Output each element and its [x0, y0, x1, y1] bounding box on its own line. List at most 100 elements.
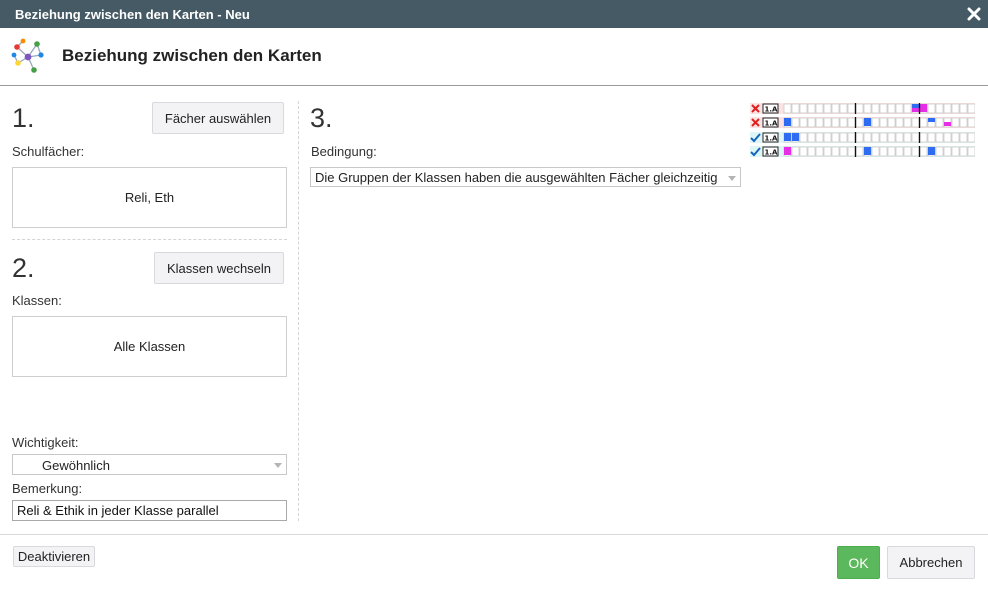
remark-label: Bemerkung: — [12, 481, 83, 496]
subjects-box[interactable]: Reli, Eth — [12, 167, 287, 228]
classes-box[interactable]: Alle Klassen — [12, 316, 287, 377]
preview-cell — [879, 103, 888, 114]
step-3-number: 3. — [310, 103, 333, 133]
preview-cell — [839, 146, 848, 157]
preview-cell — [807, 103, 816, 114]
preview-cell — [879, 132, 888, 143]
dialog-header: Beziehung zwischen den Karten — [0, 28, 988, 86]
preview-cell — [871, 103, 880, 114]
preview-cell — [903, 103, 912, 114]
preview-cell — [855, 132, 864, 143]
subjects-value: Reli, Eth — [124, 190, 175, 205]
preview-cell — [967, 132, 975, 143]
preview-cell — [887, 117, 896, 128]
preview-cell — [959, 132, 968, 143]
preview-cell — [783, 103, 792, 114]
preview-cell — [807, 146, 816, 157]
preview-cell — [903, 146, 912, 157]
preview-cell — [855, 103, 864, 114]
importance-value: Gewöhnlich — [42, 458, 110, 473]
preview-cell — [855, 146, 864, 157]
preview-cell — [895, 103, 904, 114]
preview-cell — [855, 117, 864, 128]
preview-cell — [887, 132, 896, 143]
preview-fill — [784, 147, 791, 155]
preview-fill — [928, 147, 935, 155]
chevron-down-icon — [728, 176, 736, 181]
importance-select[interactable]: Gewöhnlich — [12, 454, 287, 475]
preview-cell — [967, 117, 975, 128]
window-title: Beziehung zwischen den Karten - Neu — [15, 7, 250, 22]
step-2-number: 2. — [12, 253, 35, 283]
preview-cell — [871, 132, 880, 143]
change-classes-button[interactable]: Klassen wechseln — [154, 252, 284, 284]
preview-cell — [823, 146, 832, 157]
preview-cell — [839, 103, 848, 114]
preview-cell — [847, 132, 856, 143]
classes-label: Klassen: — [12, 293, 62, 308]
preview-cell — [951, 117, 960, 128]
preview-cell — [871, 146, 880, 157]
deactivate-button[interactable]: Deaktivieren — [13, 546, 95, 567]
preview-cell — [871, 117, 880, 128]
preview-cell — [791, 146, 800, 157]
preview-tag-label: 1.A — [765, 149, 779, 157]
preview-cell — [911, 146, 920, 157]
preview-cell — [951, 146, 960, 157]
preview-cell — [967, 103, 975, 114]
condition-select[interactable]: Die Gruppen der Klassen haben die ausgew… — [310, 167, 741, 187]
preview-cell — [919, 132, 928, 143]
preview-fill — [864, 118, 871, 126]
preview-cell — [799, 103, 808, 114]
ok-button[interactable]: OK — [837, 546, 880, 579]
preview-cell — [943, 132, 952, 143]
preview-cell — [935, 103, 944, 114]
classes-value: Alle Klassen — [113, 339, 186, 354]
preview-cell — [935, 117, 944, 128]
preview-cell — [919, 117, 928, 128]
preview-cell — [831, 103, 840, 114]
preview-cell — [831, 132, 840, 143]
preview-cell — [911, 132, 920, 143]
preview-tag-label: 1.A — [765, 120, 779, 128]
preview-cell — [863, 132, 872, 143]
preview-cell — [807, 117, 816, 128]
preview-cell — [847, 103, 856, 114]
preview-cell — [799, 146, 808, 157]
preview-cell — [967, 146, 975, 157]
close-icon[interactable] — [966, 6, 982, 22]
preview-cell — [959, 146, 968, 157]
preview-cell — [943, 146, 952, 157]
preview-cell — [807, 132, 816, 143]
preview-fill — [944, 122, 951, 126]
preview-cell — [911, 117, 920, 128]
preview-cell — [799, 132, 808, 143]
preview-fill — [784, 118, 791, 126]
remark-input[interactable] — [12, 500, 287, 521]
preview-cell — [815, 117, 824, 128]
select-subjects-button[interactable]: Fächer auswählen — [152, 102, 284, 134]
preview-cell — [935, 146, 944, 157]
preview-cell — [951, 103, 960, 114]
preview-cell — [879, 117, 888, 128]
column-divider — [298, 101, 299, 521]
preview-cell — [927, 132, 936, 143]
cancel-button[interactable]: Abbrechen — [887, 546, 975, 579]
chevron-down-icon — [274, 463, 282, 468]
preview-cell — [815, 132, 824, 143]
preview-cell — [887, 103, 896, 114]
preview-fill — [928, 118, 935, 122]
step-1-number: 1. — [12, 103, 35, 133]
preview-cell — [831, 117, 840, 128]
preview-cell — [815, 146, 824, 157]
preview-tag-label: 1.A — [765, 135, 779, 143]
preview-cell — [935, 132, 944, 143]
preview-cell — [839, 132, 848, 143]
preview-fill — [784, 133, 791, 141]
subjects-label: Schulfächer: — [12, 144, 85, 159]
importance-label: Wichtigkeit: — [12, 435, 79, 450]
preview-cell — [959, 103, 968, 114]
condition-preview: 1.A 1.A 1.A 1.A — [750, 103, 975, 157]
preview-cell — [847, 146, 856, 157]
preview-cell — [799, 117, 808, 128]
